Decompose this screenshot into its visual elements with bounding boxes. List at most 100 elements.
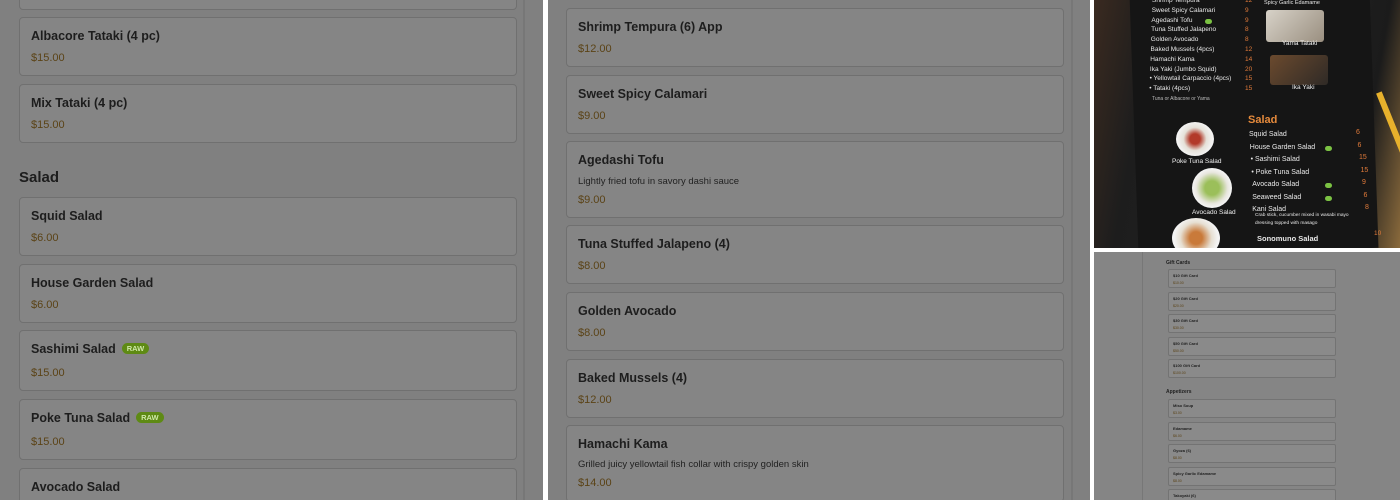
- thumb-card: $20 Gift Card $20.00: [1168, 291, 1336, 311]
- thumb-card-price: $10.00: [1173, 281, 1184, 285]
- thumb-card-name: Edamame: [1173, 425, 1192, 431]
- menu-item-card[interactable]: [19, 0, 517, 10]
- thumb-card-name: $20 Gift Card: [1173, 295, 1198, 301]
- menu-photo-price: 15: [1245, 85, 1253, 93]
- item-name: Squid Salad: [31, 209, 103, 223]
- panel-divider: [1071, 0, 1073, 500]
- menu-item-card[interactable]: Sweet Spicy Calamari $9.00: [566, 75, 1064, 134]
- menu-photo-line: Hamachi Kama: [1150, 55, 1195, 63]
- menu-photo-salad-price: 8: [1365, 204, 1369, 211]
- item-price: $8.00: [578, 260, 606, 272]
- menu-item-card[interactable]: Albacore Tataki (4 pc) $15.00: [19, 17, 517, 76]
- item-price: $6.00: [31, 232, 59, 244]
- vegetarian-icon: [1325, 183, 1332, 188]
- menu-item-card[interactable]: Avocado Salad: [19, 468, 517, 500]
- menu-item-card[interactable]: Shrimp Tempura (6) App $12.00: [566, 8, 1064, 67]
- menu-photo-price: 9: [1245, 16, 1249, 24]
- item-name: Albacore Tataki (4 pc): [31, 29, 160, 43]
- item-name: Hamachi Kama: [578, 437, 668, 451]
- menu-photo-salad-line: Avocado Salad: [1252, 181, 1300, 188]
- menu-photo-salad-line: Squid Salad: [1249, 131, 1287, 138]
- menu-photo-line: Tuna Stuffed Jalapeno: [1151, 26, 1217, 34]
- menu-photo-price: 8: [1245, 26, 1249, 34]
- item-price: $14.00: [578, 477, 612, 489]
- avocado-salad-caption: Avocado Salad: [1192, 209, 1236, 216]
- thumb-card-price: $8.00: [1173, 456, 1182, 460]
- menu-item-card[interactable]: Poke Tuna Salad RAW $15.00: [19, 399, 517, 460]
- menu-photo-line: Sweet Spicy Calamari: [1151, 6, 1216, 14]
- item-name: Agedashi Tofu: [578, 153, 664, 167]
- item-description: Lightly fried tofu in savory dashi sauce: [578, 176, 740, 187]
- menu-photo-line: • Yellowtail Carpaccio (4pcs): [1149, 75, 1232, 83]
- ika-yaki-caption: Ika Yaki: [1292, 84, 1315, 91]
- menu-photo-price: 20: [1245, 65, 1253, 73]
- menu-item-card[interactable]: Hamachi Kama Grilled juicy yellowtail fi…: [566, 425, 1064, 500]
- thumb-card-price: $6.00: [1173, 433, 1182, 438]
- item-name: Poke Tuna Salad RAW: [31, 411, 164, 425]
- menu-item-card[interactable]: Baked Mussels (4) $12.00: [566, 359, 1064, 418]
- menu-photo-salad-line: • Sashimi Salad: [1250, 156, 1300, 163]
- menu-photo-line: Agedashi Tofu: [1151, 16, 1193, 24]
- thumb-card-price: $100.00: [1173, 371, 1186, 375]
- yama-tataki-caption: Yama Tataki: [1282, 40, 1318, 47]
- thumb-card-name: $10 Gift Card: [1173, 273, 1198, 278]
- item-name: Avocado Salad: [31, 480, 121, 494]
- item-price: $8.00: [578, 327, 606, 339]
- menu-photo-line: Baked Mussels (4pcs): [1150, 46, 1215, 53]
- thumb-card-price: $30.00: [1173, 326, 1184, 330]
- thumb-card-name: Takoyaki (6): [1173, 493, 1196, 498]
- yama-tataki-photo: [1266, 10, 1324, 42]
- menu-photo-price: 12: [1245, 0, 1253, 4]
- item-name-text: Sashimi Salad: [31, 342, 116, 356]
- menu-list-middle-panel[interactable]: Shrimp Tempura (6) App $12.00 Sweet Spic…: [548, 0, 1090, 500]
- menu-photo-line: • Tataki (4pcs): [1149, 85, 1191, 93]
- menu-item-card[interactable]: Squid Salad $6.00: [19, 197, 517, 256]
- ika-yaki-photo: [1270, 55, 1328, 85]
- menu-photo-salad-line: Seaweed Salad: [1252, 193, 1302, 201]
- salad-heading: Salad: [1248, 114, 1278, 126]
- thumb-card: Edamame $6.00: [1168, 421, 1336, 441]
- item-name: House Garden Salad: [31, 276, 154, 290]
- menu-photo-salad-price: 6: [1363, 191, 1368, 199]
- thumb-card: Miso Soup $3.00: [1168, 399, 1336, 418]
- spicy-garlic-caption: Spicy Garlic Edamame: [1264, 0, 1320, 6]
- thumb-card: $30 Gift Card $30.00: [1168, 314, 1336, 333]
- vegetarian-icon: [1325, 195, 1332, 201]
- item-price: $15.00: [31, 436, 65, 448]
- menu-photo-price: 14: [1245, 55, 1253, 63]
- menu-photo-line: Golden Avocado: [1150, 36, 1199, 44]
- menu-photo-salad-line: • Poke Tuna Salad: [1251, 168, 1310, 176]
- thumb-card-name: $50 Gift Card: [1173, 340, 1198, 346]
- item-name: Golden Avocado: [578, 304, 677, 318]
- menu-photo-salad-price: 6: [1356, 129, 1360, 136]
- printed-menu-photo: Shrimp Tempura 12 Sweet Spicy Calamari 9 Age…: [1094, 0, 1400, 248]
- menu-photo-price: 9: [1245, 6, 1249, 14]
- appetizers-heading: Appetizers: [1166, 389, 1192, 395]
- item-description: Grilled juicy yellowtail fish collar wit…: [578, 459, 809, 470]
- item-price: $6.00: [31, 299, 59, 311]
- thumb-card: Gyoza (6) $8.00: [1168, 444, 1336, 463]
- avocado-salad-photo: [1192, 168, 1232, 208]
- menu-item-card[interactable]: Sashimi Salad RAW $15.00: [19, 330, 517, 391]
- thumb-card-price: $8.00: [1173, 478, 1182, 483]
- menu-list-left-panel[interactable]: Albacore Tataki (4 pc) $15.00 Mix Tataki…: [0, 0, 543, 500]
- menu-item-card[interactable]: Golden Avocado $8.00: [566, 292, 1064, 351]
- kani-note-2: dressing topped with masago: [1255, 221, 1318, 226]
- thumb-card-name: Miso Soup: [1173, 403, 1194, 408]
- section-title-salad: Salad: [19, 169, 60, 186]
- item-price: $12.00: [578, 43, 612, 55]
- sonomuno-price: 10: [1374, 230, 1382, 237]
- thumb-card-price: $50.00: [1173, 348, 1184, 353]
- menu-item-card[interactable]: Tuna Stuffed Jalapeno (4) $8.00: [566, 225, 1064, 284]
- item-name: Sweet Spicy Calamari: [578, 87, 708, 101]
- menu-photo-price: 8: [1245, 36, 1249, 44]
- thumb-card: $10 Gift Card $10.00: [1168, 269, 1336, 288]
- page-thumbnail: Gift Cards $10 Gift Card $10.00 $20 Gift C…: [1094, 252, 1400, 500]
- item-name: Tuna Stuffed Jalapeno (4): [578, 237, 730, 251]
- menu-photo-salad-price: 9: [1362, 179, 1366, 186]
- menu-item-card[interactable]: Agedashi Tofu Lightly fried tofu in savo…: [566, 141, 1064, 218]
- raw-badge: RAW: [121, 343, 150, 355]
- menu-photo-line: Shrimp Tempura: [1152, 0, 1200, 4]
- menu-item-card[interactable]: Mix Tataki (4 pc) $15.00: [19, 84, 517, 143]
- menu-item-card[interactable]: House Garden Salad $6.00: [19, 264, 517, 323]
